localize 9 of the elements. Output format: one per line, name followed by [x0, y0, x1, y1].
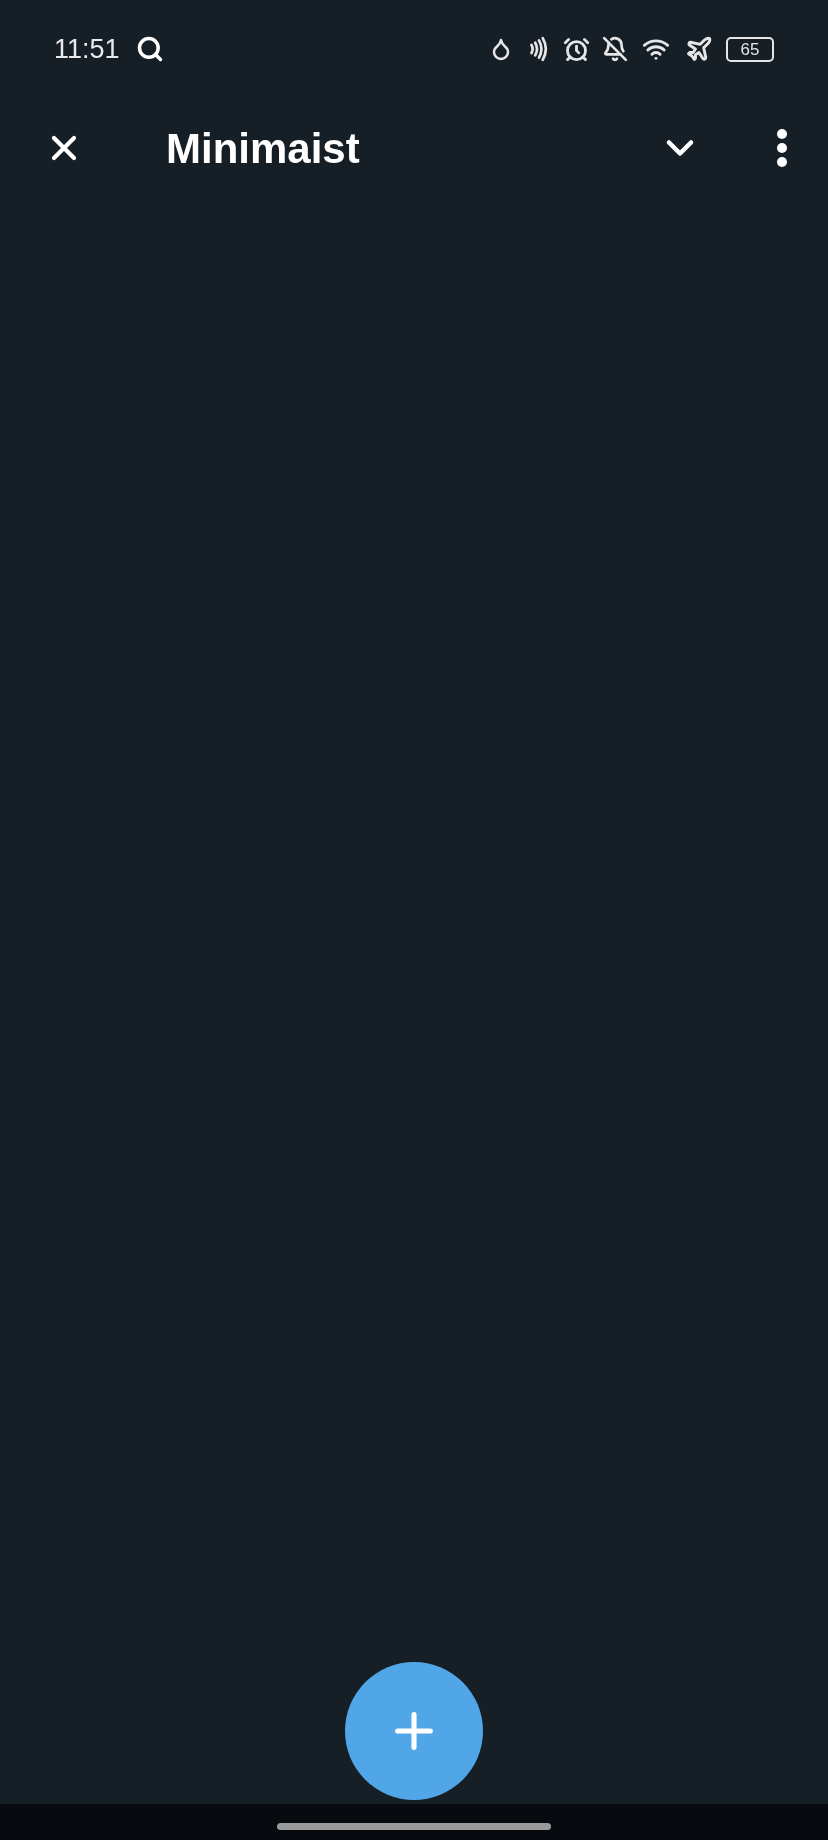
status-time: 11:51: [54, 32, 120, 66]
toolbar-title: Minimaist: [166, 123, 360, 174]
search-icon: [135, 35, 164, 63]
bell-off-icon: [602, 36, 628, 62]
home-indicator[interactable]: [277, 1822, 551, 1830]
battery-level: 65: [726, 36, 774, 62]
alarm-icon: [563, 35, 590, 63]
airplane-icon: [684, 35, 714, 63]
more-icon: [777, 129, 787, 167]
